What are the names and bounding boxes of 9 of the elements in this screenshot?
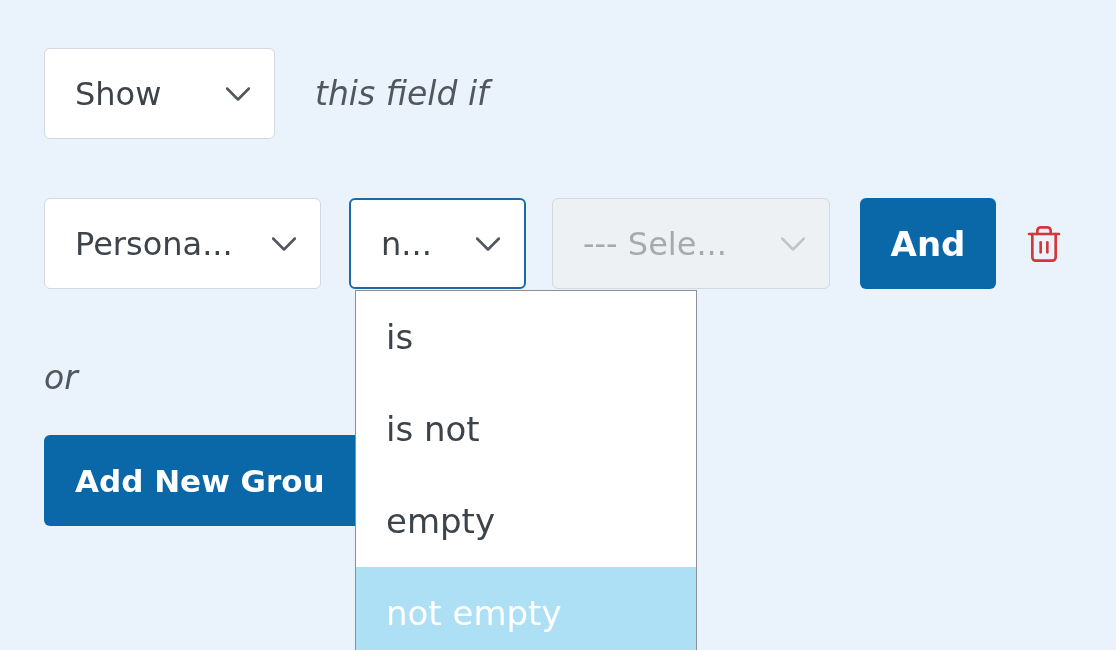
chevron-down-icon [226, 86, 250, 101]
or-label: or [44, 357, 78, 397]
select-field[interactable]: Persona... [44, 198, 321, 289]
select-field[interactable]: Show [44, 48, 275, 139]
chevron-down-icon [781, 236, 805, 251]
select-field[interactable]: n... [349, 198, 526, 289]
and-button[interactable]: And [860, 198, 996, 289]
chevron-down-icon [272, 236, 296, 251]
chevron-down-icon [476, 236, 500, 251]
